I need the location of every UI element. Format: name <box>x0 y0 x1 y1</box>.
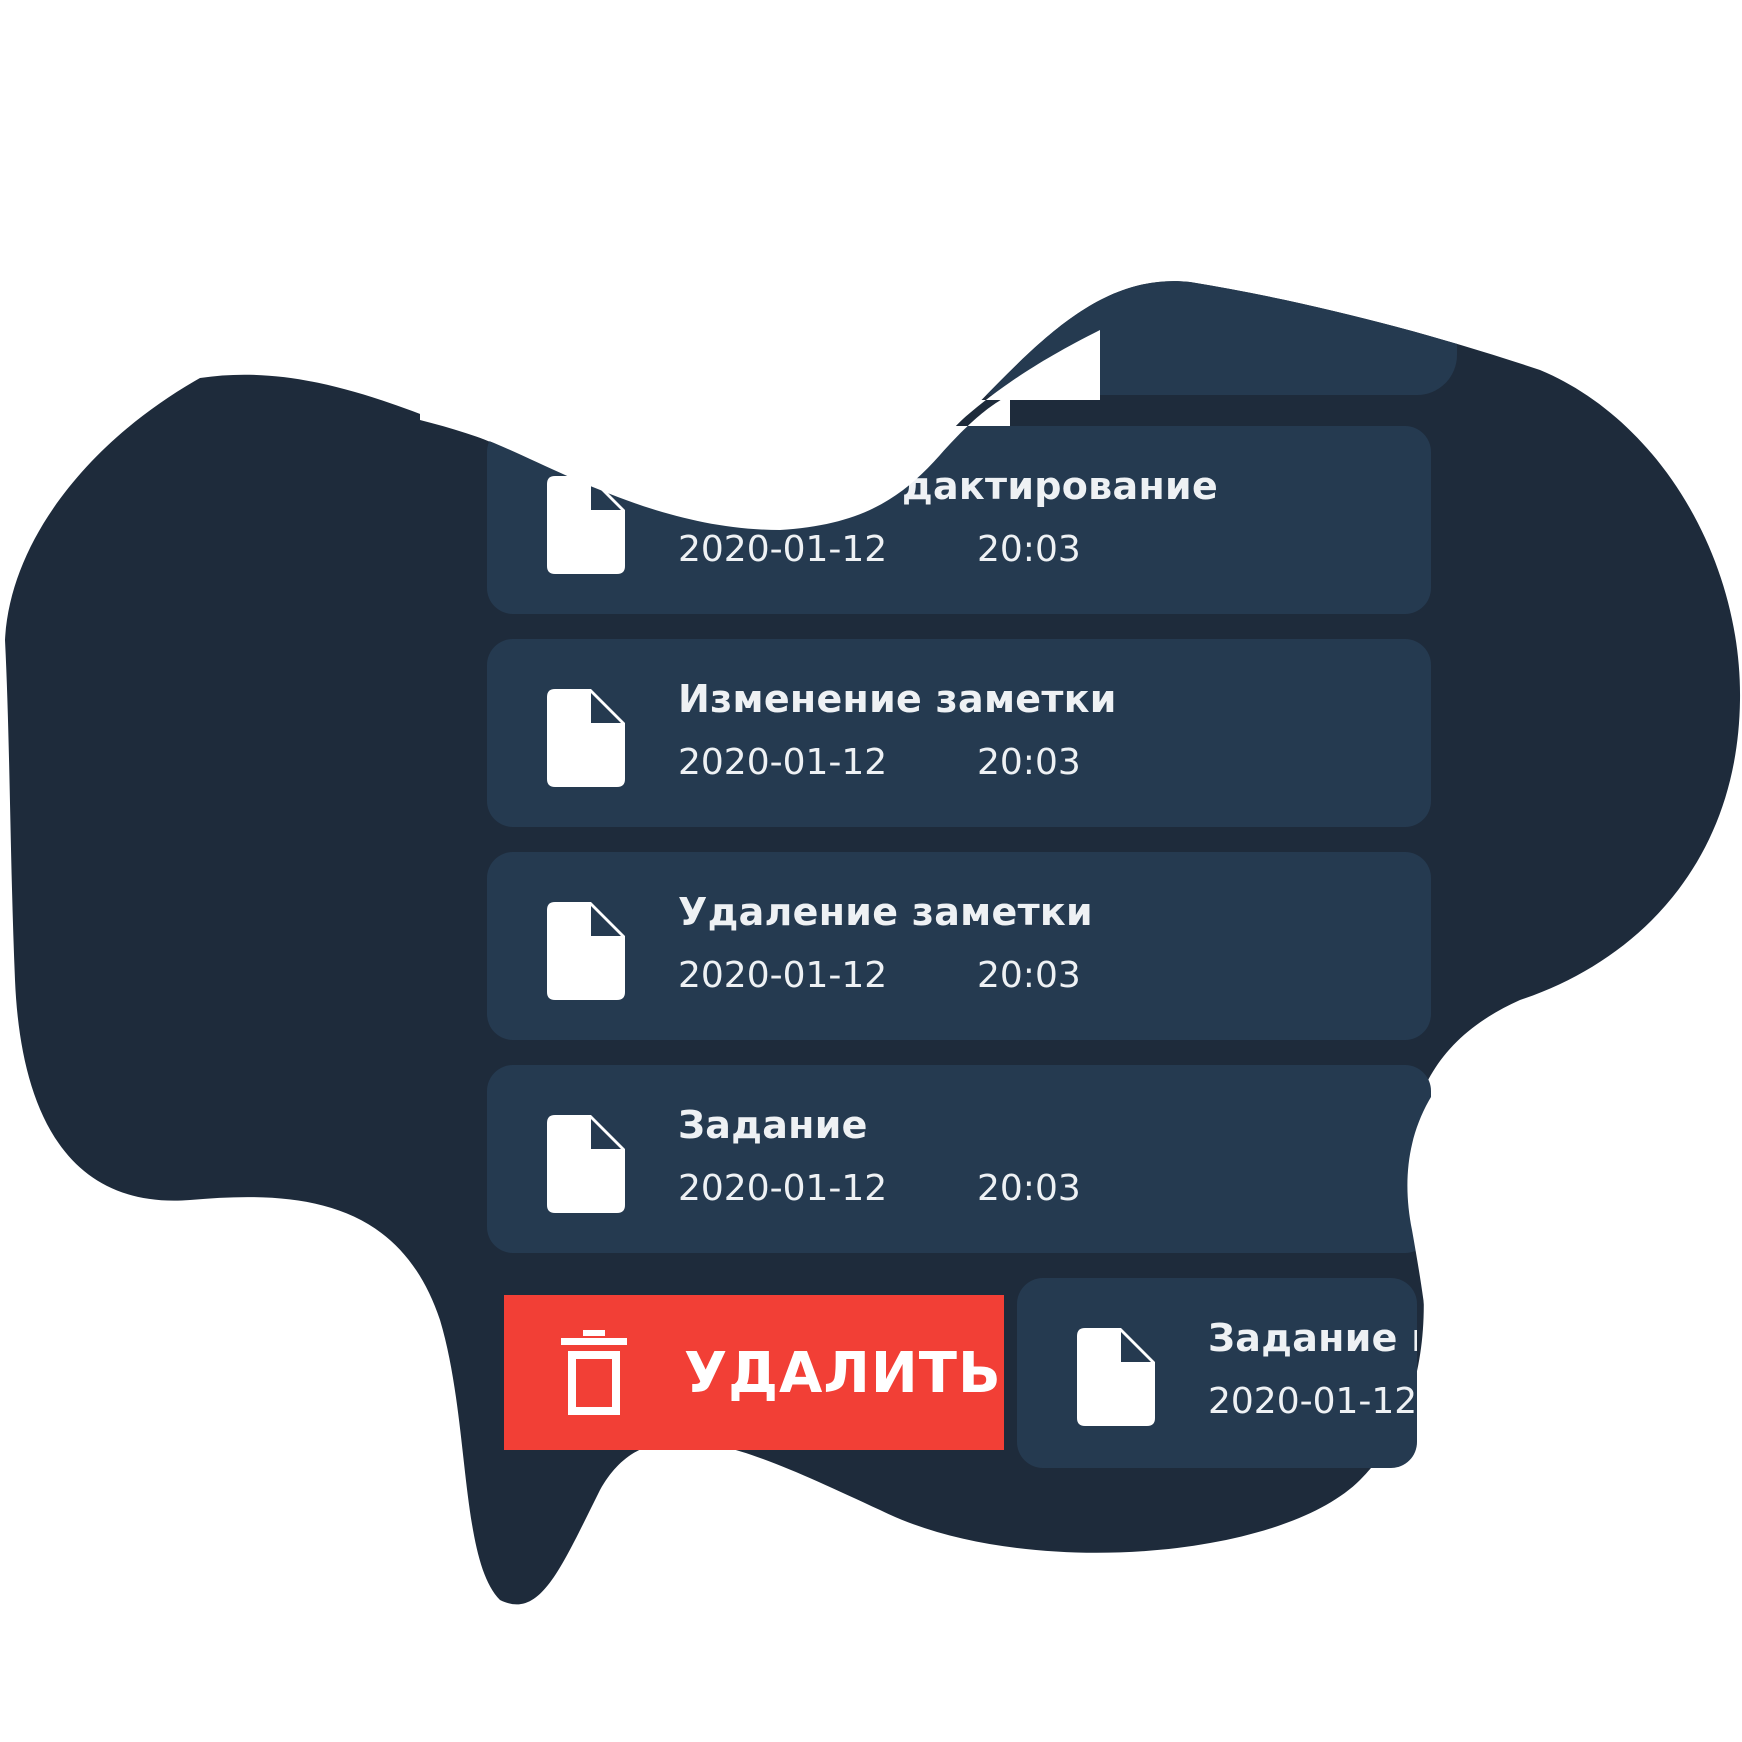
file-icon <box>547 1115 625 1213</box>
note-card[interactable]: Задание нс 2020-01-12 <box>1017 1278 1417 1468</box>
note-title: Удаление заметки <box>678 890 1093 934</box>
trash-icon <box>561 1330 627 1415</box>
note-card[interactable]: Изменение заметки 2020-01-12 20:03 <box>487 639 1431 827</box>
file-icon <box>547 902 625 1000</box>
note-time: 20:03 <box>977 529 1081 570</box>
file-icon <box>547 689 625 787</box>
note-date: 2020-01-12 <box>678 742 888 783</box>
screen-stage: дактирование 2020-01-12 20:03 Изменение зам… <box>0 0 1742 1742</box>
file-icon <box>1077 1328 1155 1426</box>
note-title: дактирование <box>902 464 1219 508</box>
note-date: 2020-01-12 <box>678 529 888 570</box>
note-title: Задание <box>678 1103 868 1147</box>
note-time: 20:03 <box>977 955 1081 996</box>
note-date: 2020-01-12 <box>678 955 888 996</box>
note-title: Изменение заметки <box>678 677 1117 721</box>
note-date: 2020-01-12 <box>678 1168 888 1209</box>
note-title: Задание нс <box>1208 1316 1417 1360</box>
note-time: 20:03 <box>977 1168 1081 1209</box>
file-icon <box>547 476 625 574</box>
note-date: 2020-01-12 <box>1208 1381 1417 1422</box>
note-card[interactable]: Удаление заметки 2020-01-12 20:03 <box>487 852 1431 1040</box>
delete-swipe-action[interactable]: УДАЛИТЬ Э. <box>504 1295 1004 1450</box>
note-time: 20:03 <box>977 742 1081 783</box>
note-card[interactable]: дактирование 2020-01-12 20:03 <box>487 426 1431 614</box>
note-card[interactable]: Задание 2020-01-12 20:03 <box>487 1065 1431 1253</box>
delete-label: УДАЛИТЬ Э. <box>684 1341 1004 1406</box>
